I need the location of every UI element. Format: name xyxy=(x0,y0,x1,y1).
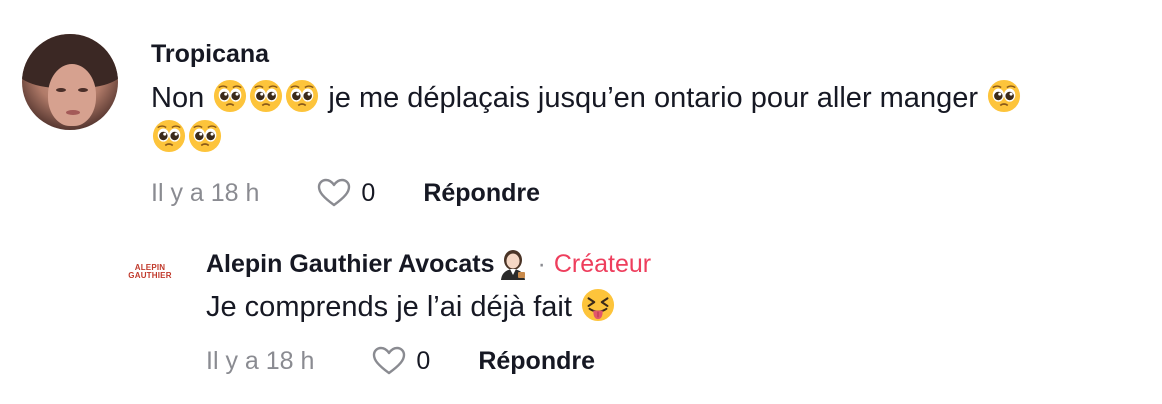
heart-outline-icon xyxy=(373,346,406,375)
creator-badge: Créateur xyxy=(553,249,652,278)
reply-reply-button[interactable]: Répondre xyxy=(478,347,595,376)
avatar-eye xyxy=(56,88,66,92)
avatar-face xyxy=(48,64,96,126)
pleading-face-emoji-icon xyxy=(250,79,283,113)
pleading-face-emoji-icon xyxy=(987,79,1021,113)
heart-outline-icon xyxy=(318,178,351,207)
avatar-eye xyxy=(78,88,88,92)
creator-header: Alepin Gauthier Avocats · Créateur xyxy=(206,248,651,280)
reply-meta: Il y a 18 h 0 Répondre xyxy=(206,346,595,376)
reply-text: Je comprends je l’ai déjà fait xyxy=(206,287,616,327)
pleading-face-emoji-icon xyxy=(214,79,247,113)
reply-text-body: Je comprends je l’ai déjà fait xyxy=(206,291,572,323)
creator-username[interactable]: Alepin Gauthier Avocats xyxy=(206,250,495,279)
pleading-face-emoji-icon xyxy=(188,119,222,153)
reply-like-count: 0 xyxy=(416,346,431,375)
comment-text-start: Non xyxy=(151,82,205,114)
header-separator: · xyxy=(537,249,546,278)
pleading-face-emoji-icon xyxy=(152,119,186,153)
comment-meta: Il y a 18 h 0 Répondre xyxy=(151,178,540,208)
comment-like-count: 0 xyxy=(361,178,376,207)
avatar-lips xyxy=(66,110,80,115)
pleading-face-emoji-icon xyxy=(286,79,319,113)
creator-avatar[interactable]: ALEPIN GAUTHIER xyxy=(128,262,172,282)
squinting-tongue-emoji-icon xyxy=(581,288,615,322)
commenter-username[interactable]: Tropicana xyxy=(151,40,269,69)
woman-judge-emoji-icon xyxy=(500,250,525,280)
reply-like-button[interactable]: 0 xyxy=(372,346,430,376)
comment-reply-button[interactable]: Répondre xyxy=(423,179,540,208)
comment-text: Non je me déplaçais jusqu’en ontario pou… xyxy=(151,78,1141,158)
comment-like-button[interactable]: 0 xyxy=(317,178,375,208)
comment-text-middle: je me déplaçais jusqu’en ontario pour al… xyxy=(328,82,978,114)
comment-timestamp: Il y a 18 h xyxy=(151,178,260,207)
commenter-avatar[interactable] xyxy=(22,34,118,130)
reply-timestamp: Il y a 18 h xyxy=(206,346,315,375)
creator-avatar-logo-line2: GAUTHIER xyxy=(128,271,172,280)
